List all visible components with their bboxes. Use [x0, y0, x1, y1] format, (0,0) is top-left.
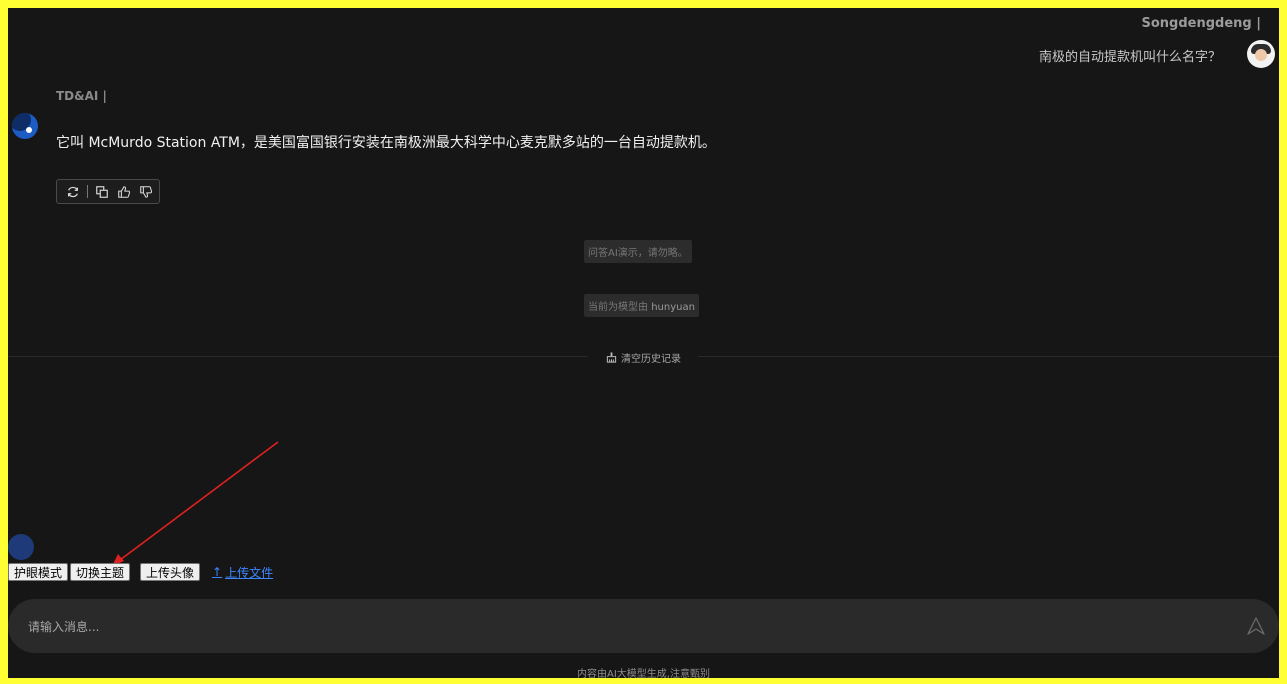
- clear-history-label: 清空历史记录: [621, 354, 681, 365]
- chat-window: Songdengdeng | 南极的自动提款机叫什么名字？ TD&AI | 它叫…: [8, 8, 1279, 678]
- user-message: 南极的自动提款机叫什么名字？: [1038, 50, 1221, 65]
- switch-theme-button[interactable]: 切换主题: [70, 563, 131, 581]
- model-name: hunyuan: [651, 302, 695, 313]
- send-icon[interactable]: [1247, 617, 1265, 635]
- model-notice-prefix: 当前为模型由: [588, 302, 652, 313]
- floating-ball-button[interactable]: [8, 534, 34, 560]
- message-input[interactable]: 请输入消息...: [28, 618, 99, 635]
- broom-icon: [606, 352, 617, 363]
- divider: [698, 356, 1279, 357]
- user-avatar[interactable]: [1247, 40, 1275, 68]
- message-input-bar[interactable]: 请输入消息...: [8, 599, 1279, 653]
- footer-note: 内容由AI大模型生成,注意甄别: [577, 669, 710, 678]
- model-notice: 当前为模型由 hunyuan: [584, 294, 699, 317]
- user-name: Songdengdeng |: [1141, 16, 1262, 31]
- upload-avatar-button[interactable]: 上传头像: [140, 563, 201, 581]
- upload-file-link[interactable]: ↑ 上传文件: [212, 564, 273, 581]
- demo-notice: 问答AI演示，请勿略。: [584, 240, 692, 263]
- clear-history-button[interactable]: 清空历史记录: [606, 350, 681, 365]
- upload-icon: ↑: [212, 565, 223, 579]
- toolbar: 护眼模式 切换主题 上传头像 ↑ 上传文件: [8, 563, 273, 581]
- annotation-arrow: [112, 441, 279, 566]
- upload-file-label: 上传文件: [225, 565, 274, 580]
- eye-mode-button[interactable]: 护眼模式: [8, 563, 69, 581]
